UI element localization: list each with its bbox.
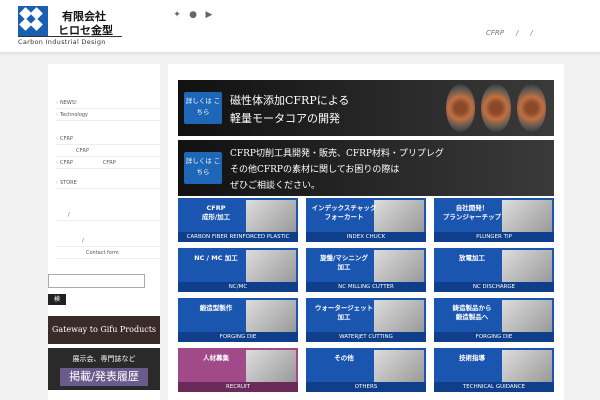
header: 有限会社 ヒロセ金型 Carbon Industrial Design ✦ ● … bbox=[0, 0, 600, 52]
social-links: ✦ ● ▶ bbox=[172, 10, 214, 20]
tile-image bbox=[246, 350, 296, 382]
tile-caption: CARBON FIBER REINFORCED PLASTIC bbox=[178, 232, 298, 242]
facebook-icon[interactable]: ● bbox=[188, 10, 198, 20]
hero-details-button-2[interactable]: 詳しくは こちら bbox=[184, 152, 222, 184]
tile-image bbox=[374, 350, 424, 382]
sidebar-item-contact[interactable]: Contact form bbox=[56, 248, 160, 259]
tile-title: 人材募集 bbox=[203, 354, 229, 362]
search-button[interactable]: 検 bbox=[48, 294, 66, 305]
tile-title: 放電加工 bbox=[459, 254, 485, 262]
tile-nc-mc[interactable]: NC / MC 加工 NC/MC bbox=[178, 248, 298, 292]
tile-title: 鋳造製品から 鍛造製品へ bbox=[452, 304, 492, 321]
tile-caption: OTHERS bbox=[306, 382, 426, 392]
tile-caption: FORGING DIE bbox=[434, 332, 554, 342]
twitter-icon[interactable]: ✦ bbox=[172, 10, 182, 20]
tile-image bbox=[502, 350, 552, 382]
tile-forging-die[interactable]: 鍛造型製作 FORGING DIE bbox=[178, 298, 298, 342]
hero-details-button[interactable]: 詳しくは こちら bbox=[184, 92, 222, 124]
sidebar-item-store[interactable]: › STORE bbox=[56, 178, 160, 189]
sidebar-item-technology[interactable]: › Technology bbox=[56, 110, 160, 121]
sidebar: › NEWS! › Technology › CFRP CFRP › CFRP CFRP… bbox=[48, 64, 160, 400]
tile-title: 旋盤/マシニング 加工 bbox=[320, 254, 368, 271]
publications-banner-subtitle: 展示会、専門誌など bbox=[72, 355, 136, 363]
tile-image bbox=[374, 200, 424, 232]
tile-image bbox=[246, 300, 296, 332]
tile-title: 鍛造型製作 bbox=[199, 304, 233, 312]
tile-caption: NC DISCHARGE bbox=[434, 282, 554, 292]
header-divider bbox=[0, 52, 600, 56]
sidebar-subitem-cfrp[interactable]: CFRP bbox=[56, 146, 160, 157]
tile-image bbox=[374, 300, 424, 332]
tile-image bbox=[374, 250, 424, 282]
tile-caption: RECRUIT bbox=[178, 382, 298, 392]
tile-title: ウォータージェット 加工 bbox=[314, 304, 374, 321]
tile-cfrp[interactable]: CFRP 成形/加工 CARBON FIBER REINFORCED PLASTI… bbox=[178, 198, 298, 242]
tile-milling[interactable]: 旋盤/マシニング 加工 NC MILLING CUTTER bbox=[306, 248, 426, 292]
tile-casting-to-forging[interactable]: 鋳造製品から 鍛造製品へ FORGING DIE bbox=[434, 298, 554, 342]
sidebar-subitem-1[interactable]: / bbox=[56, 210, 160, 221]
sidebar-item-cfrp[interactable]: › CFRP bbox=[56, 134, 160, 145]
tile-others[interactable]: その他 OTHERS bbox=[306, 348, 426, 392]
sidebar-item-cfrp-2[interactable]: › CFRP CFRP bbox=[56, 158, 160, 169]
search-input[interactable] bbox=[48, 274, 145, 288]
tile-caption: FORGING DIE bbox=[178, 332, 298, 342]
hero2-line1: CFRP切削工具開発・販売、CFRP材料・プリプレグ bbox=[230, 149, 444, 159]
top-nav: CFRP / / bbox=[486, 29, 533, 37]
hero2-line3: ぜひご相談ください。 bbox=[230, 181, 321, 191]
tile-title: NC / MC 加工 bbox=[194, 254, 238, 262]
hero-title-line1: 磁性体添加CFRPによる bbox=[230, 94, 350, 107]
tile-caption: INDEX CHUCK bbox=[306, 232, 426, 242]
youtube-icon[interactable]: ▶ bbox=[204, 10, 214, 20]
nav-item-2[interactable]: / bbox=[516, 29, 518, 37]
publications-banner[interactable]: 展示会、専門誌など 掲載/発表履歴 bbox=[48, 348, 160, 390]
tile-caption: NC MILLING CUTTER bbox=[306, 282, 426, 292]
tile-recruit[interactable]: 人材募集 RECRUIT bbox=[178, 348, 298, 392]
hero2-line2: その他CFRPの素材に関してお困りの際は bbox=[230, 165, 400, 175]
hero-motor-core[interactable]: 詳しくは こちら 磁性体添加CFRPによる 軽量モータコアの開発 bbox=[178, 80, 554, 136]
nav-item-cfrp[interactable]: CFRP bbox=[486, 29, 504, 37]
tile-image bbox=[502, 200, 552, 232]
tile-index-chuck[interactable]: インデックスチャック フォーカート INDEX CHUCK bbox=[306, 198, 426, 242]
site-logo[interactable]: 有限会社 ヒロセ金型 Carbon Industrial Design bbox=[18, 6, 122, 46]
logo-mark-icon bbox=[18, 6, 48, 36]
tile-image bbox=[502, 300, 552, 332]
tile-title: その他 bbox=[334, 354, 354, 362]
tile-caption: PLUNGER TIP bbox=[434, 232, 554, 242]
tile-image bbox=[246, 250, 296, 282]
sidebar-item-news[interactable]: › NEWS! bbox=[56, 98, 160, 109]
tile-waterjet[interactable]: ウォータージェット 加工 WATERJET CUTTING bbox=[306, 298, 426, 342]
tile-image bbox=[502, 250, 552, 282]
motor-core-image bbox=[446, 84, 546, 132]
tile-plunger-tip[interactable]: 自社開発！ プランジャーチップ PLUNGER TIP bbox=[434, 198, 554, 242]
tile-discharge[interactable]: 放電加工 NC DISCHARGE bbox=[434, 248, 554, 292]
tile-technical-guidance[interactable]: 技術指導 TECHNICAL GUIDANCE bbox=[434, 348, 554, 392]
tile-title: 自社開発！ プランジャーチップ bbox=[442, 204, 502, 221]
tile-title: インデックスチャック フォーカート bbox=[311, 204, 377, 221]
sidebar-subitem-2[interactable]: / bbox=[56, 236, 160, 247]
main-content: 詳しくは こちら 磁性体添加CFRPによる 軽量モータコアの開発 詳しくは こち… bbox=[168, 64, 564, 400]
gifu-products-banner[interactable]: Gateway to Gifu Products bbox=[48, 316, 160, 344]
hero-title-line2: 軽量モータコアの開発 bbox=[230, 112, 340, 125]
publications-banner-title: 掲載/発表履歴 bbox=[60, 368, 148, 386]
hero-consultation[interactable]: 詳しくは こちら CFRP切削工具開発・販売、CFRP材料・プリプレグ その他C… bbox=[178, 140, 554, 196]
logo-tagline: Carbon Industrial Design bbox=[18, 36, 122, 46]
tile-title: 技術指導 bbox=[459, 354, 485, 362]
tile-caption: WATERJET CUTTING bbox=[306, 332, 426, 342]
tile-title: CFRP 成形/加工 bbox=[201, 204, 231, 221]
tile-caption: NC/MC bbox=[178, 282, 298, 292]
nav-item-3[interactable]: / bbox=[530, 29, 532, 37]
tile-caption: TECHNICAL GUIDANCE bbox=[434, 382, 554, 392]
tile-image bbox=[246, 200, 296, 232]
